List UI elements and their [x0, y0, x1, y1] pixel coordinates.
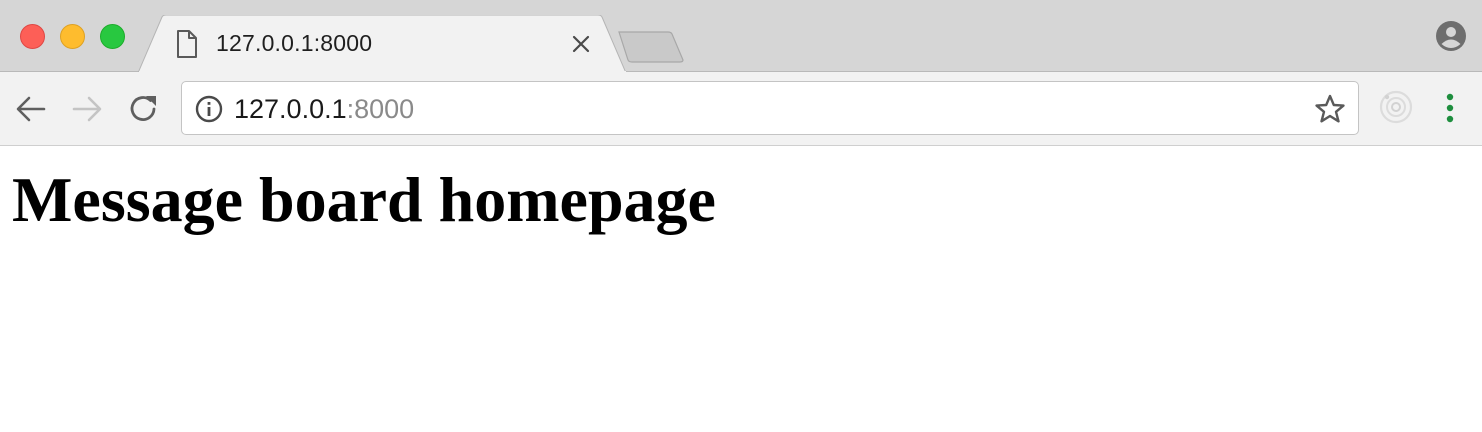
tab-title: 127.0.0.1:8000 — [216, 30, 373, 56]
url-host: 127.0.0.1 — [234, 94, 347, 124]
tab-active[interactable]: 127.0.0.1:8000 — [138, 15, 628, 73]
window-close-button[interactable] — [20, 24, 45, 49]
url-text[interactable]: 127.0.0.1:8000 — [234, 95, 414, 123]
url-port: :8000 — [346, 94, 415, 124]
info-icon[interactable] — [195, 95, 223, 123]
tab-shape — [138, 15, 627, 73]
document-icon — [176, 29, 198, 59]
window-maximize-button[interactable] — [100, 24, 125, 49]
star-icon[interactable] — [1314, 93, 1346, 125]
profile-icon[interactable] — [1435, 20, 1467, 52]
extension-icon[interactable] — [1378, 89, 1414, 125]
close-icon[interactable] — [570, 33, 592, 55]
page-content: Message board homepage — [0, 146, 1482, 432]
more-menu-icon[interactable] — [1438, 90, 1462, 126]
address-bar[interactable]: 127.0.0.1:8000 — [181, 81, 1359, 135]
new-tab-button[interactable] — [616, 30, 686, 69]
arrow-right-icon[interactable] — [70, 92, 104, 126]
browser-toolbar: 127.0.0.1:8000 — [0, 72, 1482, 146]
reload-icon[interactable] — [127, 92, 161, 126]
window-minimize-button[interactable] — [60, 24, 85, 49]
tab-strip: 127.0.0.1:8000 — [0, 0, 1482, 73]
page-heading: Message board homepage — [12, 164, 716, 235]
arrow-left-icon[interactable] — [14, 92, 48, 126]
